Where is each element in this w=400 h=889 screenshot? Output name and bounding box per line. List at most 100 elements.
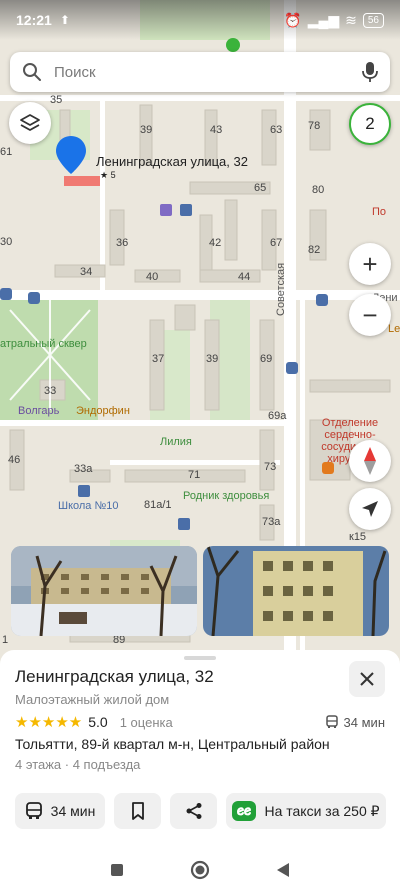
bus-stop-icon[interactable]	[28, 292, 40, 304]
minus-icon: −	[362, 300, 378, 330]
share-icon	[186, 803, 201, 819]
transit-time: 34 мин	[325, 715, 385, 730]
navigation-arrow-icon	[362, 501, 378, 517]
bus-icon	[325, 715, 338, 728]
poi-icon[interactable]	[160, 204, 172, 216]
layers-icon	[20, 114, 40, 131]
battery-icon: 56	[362, 12, 384, 28]
place-photo[interactable]	[203, 546, 389, 636]
close-button[interactable]	[349, 661, 385, 697]
poi-school[interactable]: Школа №10	[58, 500, 119, 512]
search-placeholder: Поиск	[54, 63, 96, 81]
school-icon[interactable]	[78, 485, 90, 497]
house-number: 46	[8, 454, 21, 466]
house-number: 61	[0, 146, 13, 158]
house-number: 1	[2, 634, 9, 646]
place-type: Малоэтажный жилой дом	[15, 692, 170, 707]
house-number: 63	[270, 124, 283, 136]
route-transit-label: 34 мин	[50, 803, 96, 819]
park-icon[interactable]	[226, 38, 240, 52]
place-details: 4 этажа · 4 подъезда	[15, 757, 141, 772]
house-number: 39	[140, 124, 153, 136]
house-number: 69	[260, 353, 273, 365]
poi-liliya[interactable]: Лилия	[160, 436, 192, 448]
taxi-logo-icon	[232, 801, 257, 821]
status-icons: ⏰ ▂▄▆ ≋ 56	[284, 12, 384, 29]
plus-icon: +	[362, 249, 378, 279]
place-address: Тольятти, 89-й квартал м-н, Центральный …	[15, 736, 330, 752]
place-card[interactable]: Ленинградская улица, 32 Малоэтажный жило…	[0, 650, 400, 850]
rating-count[interactable]: 1 оценка	[120, 715, 173, 730]
house-number: 73а	[262, 516, 281, 528]
taxi-button[interactable]: На такси за 250 ₽	[226, 793, 386, 829]
shop-icon[interactable]	[322, 462, 334, 474]
house-number: 65	[254, 182, 267, 194]
house-number: 78	[308, 120, 321, 132]
compass-icon	[364, 447, 376, 475]
routes-count-button[interactable]: 2	[349, 103, 391, 145]
share-button[interactable]	[170, 793, 217, 829]
house-number: 35	[50, 94, 63, 106]
house-number: 30	[0, 236, 13, 248]
bus-stop-icon[interactable]	[316, 294, 328, 306]
routes-count: 2	[365, 114, 375, 133]
back-icon[interactable]	[276, 862, 290, 878]
poi-endorfin-label: Эндорфин	[76, 405, 130, 417]
bus-icon	[25, 802, 42, 819]
house-number: 39	[206, 353, 219, 365]
house-number: 44	[238, 271, 251, 283]
poi-rodnik[interactable]: Родник здоровья	[183, 490, 269, 502]
wifi-icon: ≋	[345, 11, 357, 28]
accessible-icon[interactable]	[180, 204, 192, 216]
route-transit-button[interactable]: 34 мин	[15, 793, 105, 829]
location-pin-icon[interactable]	[54, 134, 88, 178]
my-location-button[interactable]	[349, 488, 391, 530]
accessible-icon[interactable]	[178, 518, 190, 530]
house-number: 33	[44, 385, 57, 397]
street-label: Советская	[275, 262, 287, 316]
selected-place-rating-value: 5	[110, 170, 116, 180]
layers-button[interactable]	[9, 102, 51, 144]
house-number: 40	[146, 271, 159, 283]
microphone-icon[interactable]	[362, 61, 378, 83]
selected-place-rating: ★ 5	[100, 170, 116, 180]
poi-volgar[interactable]: Волгарь	[18, 405, 59, 417]
park-label[interactable]: атральный сквер	[0, 338, 87, 350]
selected-place-label: Ленинградская улица, 32	[96, 154, 248, 169]
house-number: 34	[80, 266, 93, 278]
zoom-in-button[interactable]: +	[349, 243, 391, 285]
close-icon	[360, 672, 374, 686]
place-title: Ленинградская улица, 32	[15, 667, 214, 686]
bus-stop-icon[interactable]	[0, 288, 12, 300]
bookmark-icon	[131, 802, 144, 820]
courtyard-photo	[11, 546, 197, 636]
status-time: 12:21	[16, 12, 52, 28]
house-number: 73	[264, 461, 277, 473]
house-number: 67	[270, 237, 283, 249]
poi-volgar-label: Волгарь	[18, 405, 60, 417]
rating-stars: ★★★★★	[15, 714, 83, 731]
place-photo[interactable]	[11, 546, 197, 636]
poi-rodnik-label: Родник здоровья	[183, 490, 270, 502]
signal-icon: ▂▄▆	[307, 11, 340, 28]
poi-le[interactable]: Le	[388, 323, 400, 335]
house-number: 33а	[74, 463, 93, 475]
bus-stop-icon[interactable]	[286, 362, 298, 374]
building-photo	[203, 546, 389, 636]
compass-button[interactable]	[349, 440, 391, 482]
search-bar[interactable]: Поиск	[10, 52, 390, 92]
house-number: 69а	[268, 410, 287, 422]
home-icon[interactable]	[190, 860, 210, 880]
status-bar: 12:21 ⬆ ⏰ ▂▄▆ ≋ 56	[0, 0, 400, 40]
house-number: 82	[308, 244, 321, 256]
house-number: 37	[152, 353, 165, 365]
map-view[interactable]: 35 39 43 63 78 61 65 80 30 36 42 67 82 3…	[0, 0, 400, 660]
poi-po[interactable]: По	[372, 206, 386, 218]
zoom-out-button[interactable]: −	[349, 294, 391, 336]
recent-apps-icon[interactable]	[110, 863, 124, 877]
drag-handle[interactable]	[184, 656, 216, 660]
house-number: к15	[349, 531, 367, 543]
poi-endorfin[interactable]: Эндорфин	[76, 405, 130, 417]
house-number: 81а/1	[144, 499, 172, 511]
bookmark-button[interactable]	[114, 793, 161, 829]
